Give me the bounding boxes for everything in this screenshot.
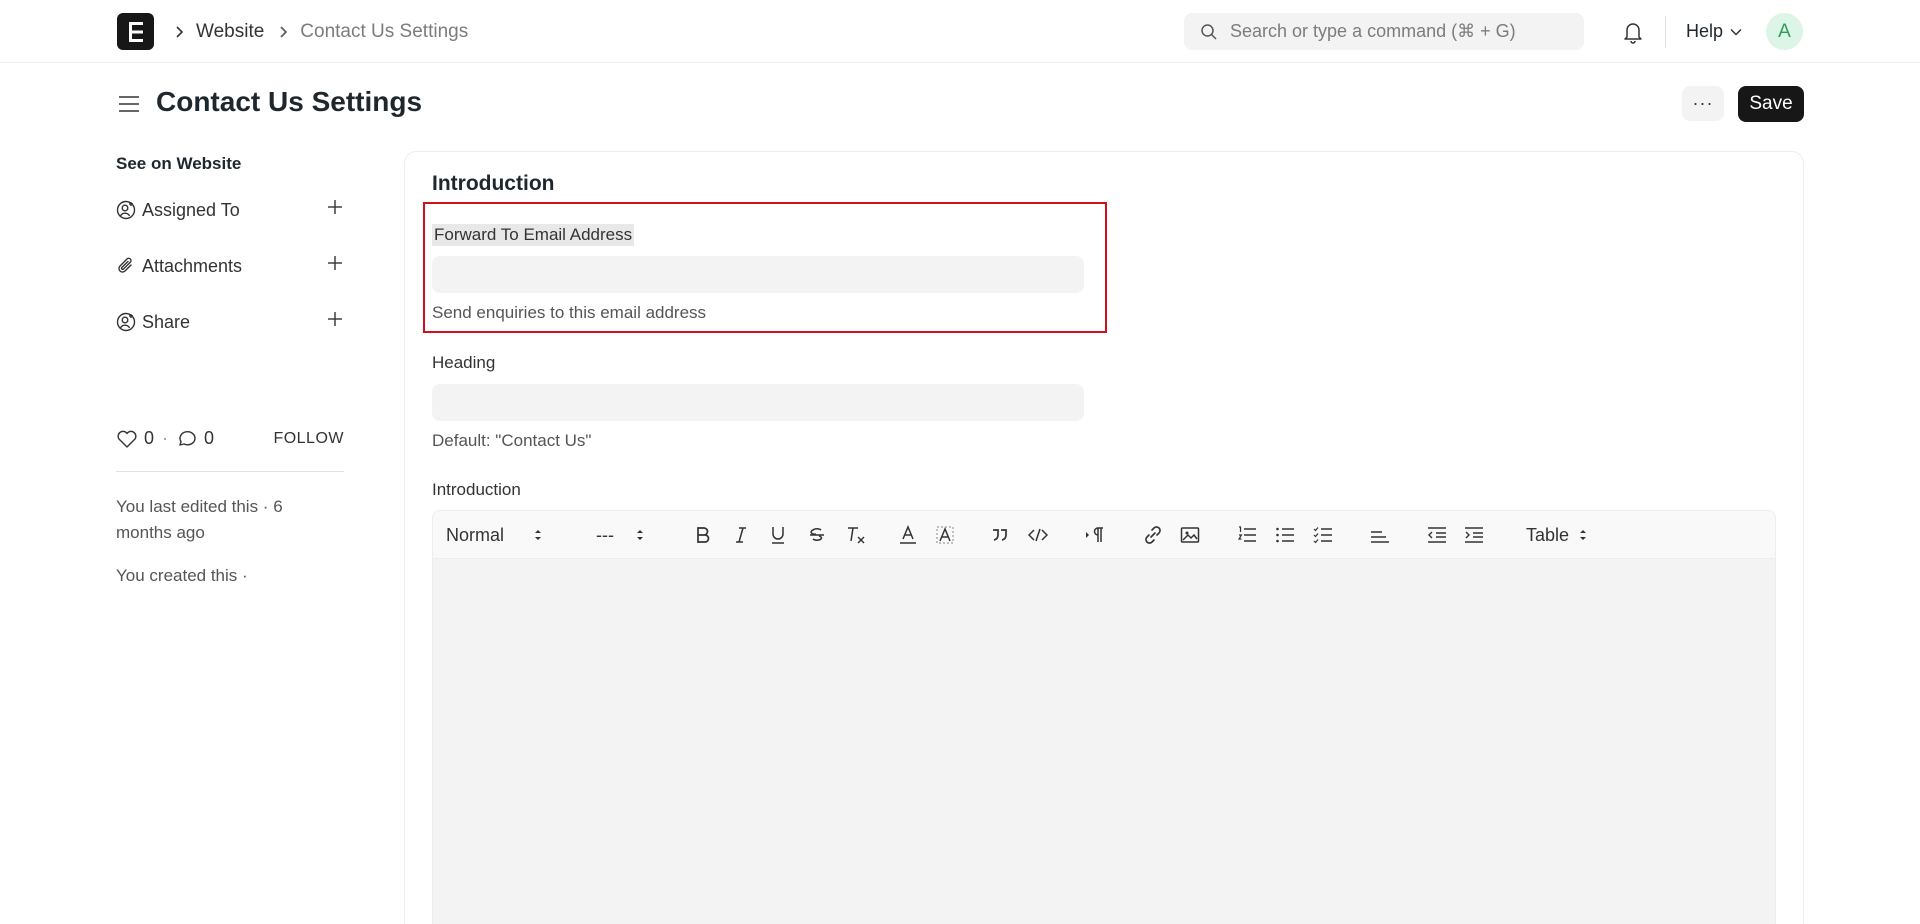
sidebar-item-share[interactable]: Share <box>116 307 344 337</box>
comment-icon <box>179 430 196 446</box>
indent-icon[interactable] <box>1464 511 1484 559</box>
heading-select-value: Normal <box>446 524 505 545</box>
select-arrows-icon <box>535 530 542 540</box>
navbar: Website Contact Us Settings Help A <box>0 0 1920 63</box>
like-button[interactable]: 0 <box>116 428 154 449</box>
chevron-down-icon <box>1730 28 1742 36</box>
forward-email-label: Forward To Email Address <box>432 224 635 246</box>
strikethrough-icon[interactable] <box>808 511 826 559</box>
e-logo-icon <box>128 21 143 42</box>
search-icon <box>1201 23 1217 40</box>
bold-icon[interactable] <box>695 511 711 559</box>
editor-toolbar: Normal --- Table <box>433 511 1775 559</box>
heading-label: Heading <box>432 353 496 372</box>
user-plus-icon <box>116 312 136 332</box>
sidebar-item-label: Share <box>142 311 191 332</box>
forward-email-input[interactable] <box>432 256 1084 293</box>
help-dropdown[interactable]: Help <box>1686 0 1742 63</box>
sidebar-toggle-button[interactable] <box>117 92 141 116</box>
user-plus-icon <box>116 200 136 220</box>
hamburger-menu-icon <box>119 96 139 112</box>
rich-text-editor[interactable]: Normal --- Table <box>432 510 1776 924</box>
follow-button[interactable]: FOLLOW <box>273 430 344 448</box>
sidebar-item-label: Assigned To <box>142 199 240 220</box>
last-edited-text: You last edited this · 6 months ago <box>116 497 283 542</box>
sidebar-item-assigned-to[interactable]: Assigned To <box>116 195 344 225</box>
table-select[interactable]: Table <box>1526 511 1587 559</box>
link-icon[interactable] <box>1143 511 1163 559</box>
heading-help: Default: "Contact Us" <box>432 431 592 450</box>
code-block-icon[interactable] <box>1028 511 1048 559</box>
clear-format-icon[interactable] <box>846 511 866 559</box>
sidebar-divider <box>116 471 344 472</box>
app-logo[interactable] <box>117 13 154 50</box>
image-icon[interactable] <box>1180 511 1200 559</box>
chevron-right-icon <box>278 25 288 39</box>
add-icon[interactable] <box>326 254 344 277</box>
doc-stats: 0 · 0 FOLLOW <box>116 428 344 449</box>
text-direction-icon[interactable] <box>1085 511 1107 559</box>
align-left-icon[interactable] <box>1370 511 1390 559</box>
notifications-bell-icon[interactable] <box>1622 20 1644 49</box>
stats-separator: · <box>162 428 169 448</box>
underline-icon[interactable] <box>770 511 786 559</box>
heart-icon <box>117 430 137 448</box>
avatar[interactable]: A <box>1766 13 1803 50</box>
add-icon[interactable] <box>326 198 344 221</box>
breadcrumb-current[interactable]: Contact Us Settings <box>300 21 468 43</box>
select-arrows-icon <box>1580 530 1587 540</box>
navbar-divider <box>1665 16 1666 48</box>
created-text: You created this · <box>116 566 248 585</box>
heading-select[interactable]: Normal <box>446 511 542 559</box>
add-icon[interactable] <box>326 310 344 333</box>
table-select-value: Table <box>1526 524 1570 545</box>
italic-icon[interactable] <box>733 511 749 559</box>
search-input[interactable] <box>1230 21 1570 42</box>
section-title: Introduction <box>432 172 555 195</box>
search-bar[interactable] <box>1184 13 1584 50</box>
introduction-label: Introduction <box>432 480 521 499</box>
heading-input[interactable] <box>432 384 1084 421</box>
highlight-color-icon[interactable] <box>935 511 955 559</box>
comments-button[interactable]: 0 <box>176 428 214 449</box>
help-label: Help <box>1686 21 1724 41</box>
see-on-website-link[interactable]: See on Website <box>116 154 344 174</box>
paperclip-icon <box>118 257 132 273</box>
bullet-list-icon[interactable] <box>1275 511 1295 559</box>
text-color-icon[interactable] <box>899 511 917 559</box>
more-actions-button[interactable]: ··· <box>1682 86 1724 121</box>
ordered-list-icon[interactable] <box>1237 511 1257 559</box>
breadcrumb-website[interactable]: Website <box>196 21 264 43</box>
chevron-right-icon <box>174 25 184 39</box>
likes-count: 0 <box>144 428 155 448</box>
form-sidebar: See on Website Assigned To Attachments S… <box>116 150 344 585</box>
sidebar-item-attachments[interactable]: Attachments <box>116 251 344 281</box>
save-button[interactable]: Save <box>1738 86 1804 122</box>
comments-count: 0 <box>204 428 215 448</box>
outdent-icon[interactable] <box>1427 511 1447 559</box>
forward-email-help: Send enquiries to this email address <box>432 303 707 322</box>
form-card: Introduction Forward To Email Address Se… <box>404 151 1804 924</box>
blockquote-icon[interactable] <box>991 511 1009 559</box>
breadcrumb: Website Contact Us Settings <box>170 0 468 63</box>
font-size-select-value: --- <box>596 524 614 545</box>
sidebar-item-label: Attachments <box>142 255 243 276</box>
select-arrows-icon <box>636 530 643 540</box>
page-title: Contact Us Settings <box>156 86 423 117</box>
font-size-select[interactable]: --- <box>596 511 644 559</box>
checklist-icon[interactable] <box>1313 511 1333 559</box>
